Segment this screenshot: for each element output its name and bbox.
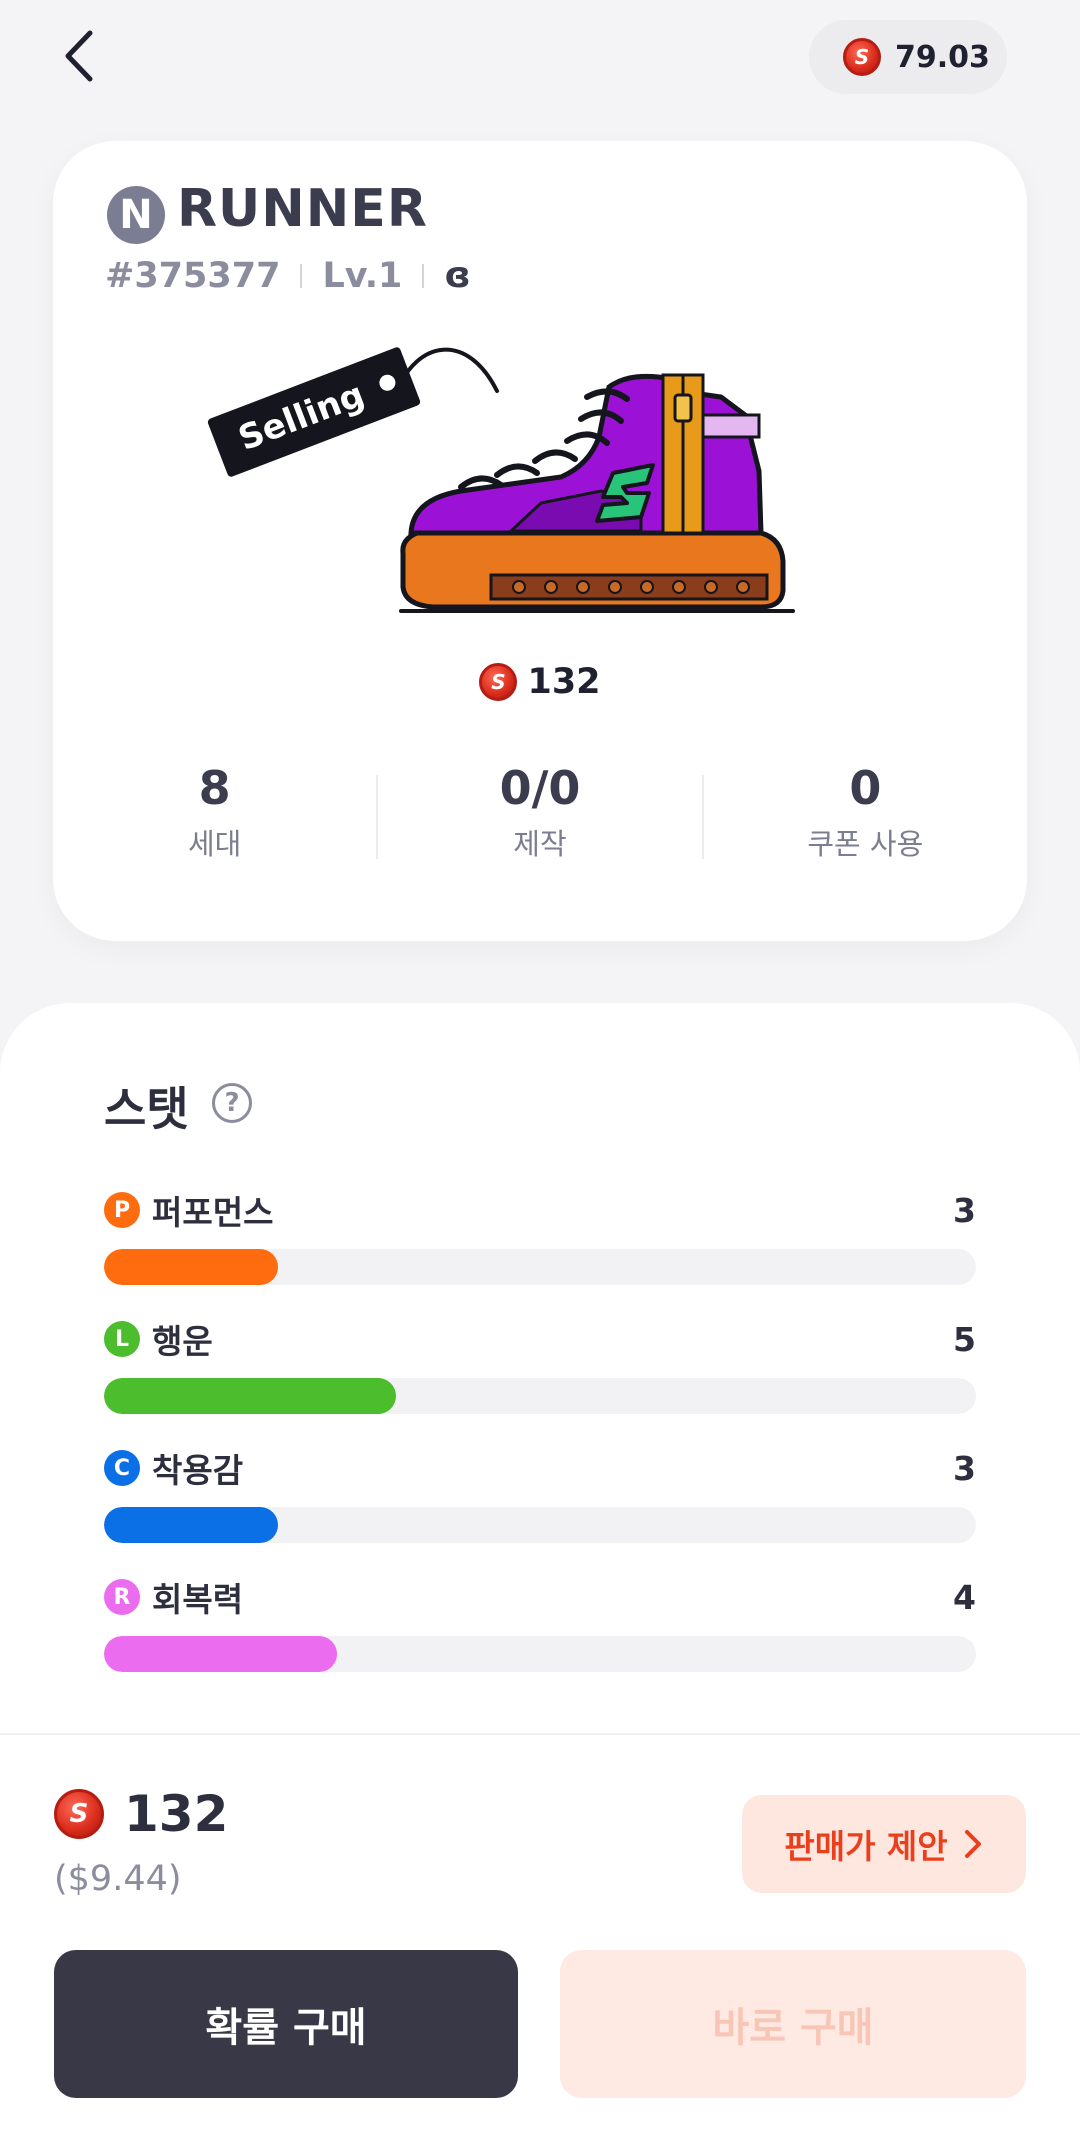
stat-badge: C	[104, 1450, 140, 1486]
stat-name: 회복력	[152, 1580, 244, 1619]
sneaker-price: S 132	[53, 662, 1027, 702]
stat-bar-fill	[104, 1249, 279, 1285]
stat-badge: R	[104, 1579, 140, 1615]
coin-icon: S	[54, 1789, 104, 1839]
stat-bar	[104, 1378, 976, 1414]
summary-mint: 0/0 제작	[378, 761, 701, 863]
price-offer-button[interactable]: 판매가 제안	[742, 1795, 1026, 1893]
back-button[interactable]	[62, 26, 122, 86]
summary-generation: 8 세대	[53, 761, 376, 863]
coin-icon: S	[843, 38, 881, 76]
direct-buy-button[interactable]: 바로 구매	[560, 1950, 1026, 2098]
sneaker-level: Lv.1	[322, 255, 403, 296]
divider	[300, 263, 303, 288]
sneaker-name: RUNNER	[177, 179, 428, 239]
stat-bar	[104, 1636, 976, 1672]
stat-badge: P	[104, 1192, 140, 1228]
sneaker-card: N RUNNER #375377 Lv.1 ɞ Selling S 132 8 …	[53, 141, 1027, 941]
stat-resilience: R 회복력 4	[104, 1575, 976, 1672]
sneaker-summary: 8 세대 0/0 제작 0 쿠폰 사용	[53, 761, 1027, 863]
sneaker-meta: #375377 Lv.1 ɞ	[105, 255, 471, 296]
stat-value: 3	[953, 1190, 976, 1230]
balance-amount: 79.03	[895, 39, 990, 75]
stat-bar-fill	[104, 1378, 397, 1414]
purchase-price-value: 132	[124, 1785, 229, 1843]
divider	[422, 263, 425, 288]
stat-value: 5	[953, 1319, 976, 1359]
summary-coupon: 0 쿠폰 사용	[704, 761, 1027, 863]
stat-bar	[104, 1507, 976, 1543]
stat-bar	[104, 1249, 976, 1285]
sneaker-price-value: 132	[527, 662, 601, 702]
chevron-right-icon	[964, 1830, 981, 1858]
summary-label: 세대	[187, 827, 242, 861]
balance-pill[interactable]: S 79.03	[809, 20, 1007, 94]
stat-name: 행운	[152, 1322, 213, 1361]
stat-value: 3	[953, 1448, 976, 1488]
usd-price: ($9.44)	[54, 1859, 182, 1899]
stat-badge: L	[104, 1321, 140, 1357]
stat-bar-fill	[104, 1507, 279, 1543]
stat-name: 착용감	[152, 1451, 244, 1490]
stat-comfort: C 착용감 3	[104, 1446, 976, 1543]
sneaker-id: #375377	[105, 255, 281, 296]
summary-value: 8	[198, 761, 231, 815]
price-offer-label: 판매가 제안	[784, 1827, 948, 1866]
purchase-bar: S 132 ($9.44) 판매가 제안 확률 구매 바로 구매	[0, 1733, 1080, 2133]
rarity-badge: N	[107, 186, 165, 244]
chevron-left-icon	[65, 30, 93, 82]
summary-value: 0/0	[499, 761, 581, 815]
probability-buy-button[interactable]: 확률 구매	[54, 1950, 518, 2098]
summary-label: 제작	[513, 827, 567, 861]
stats-title: 스탯	[104, 1082, 189, 1136]
sneaker-image	[399, 373, 795, 613]
purchase-price: S 132	[54, 1785, 228, 1843]
coin-icon: S	[479, 663, 518, 701]
stat-name: 퍼포먼스	[152, 1193, 274, 1232]
stat-luck: L 행운 5	[104, 1317, 976, 1414]
gender-icon: ɞ	[444, 255, 471, 296]
summary-label: 쿠폰 사용	[807, 827, 924, 861]
summary-value: 0	[849, 761, 882, 815]
stat-bar-fill	[104, 1636, 337, 1672]
help-icon[interactable]: ?	[212, 1083, 252, 1123]
stat-value: 4	[953, 1577, 976, 1617]
stat-performance: P 퍼포먼스 3	[104, 1188, 976, 1285]
